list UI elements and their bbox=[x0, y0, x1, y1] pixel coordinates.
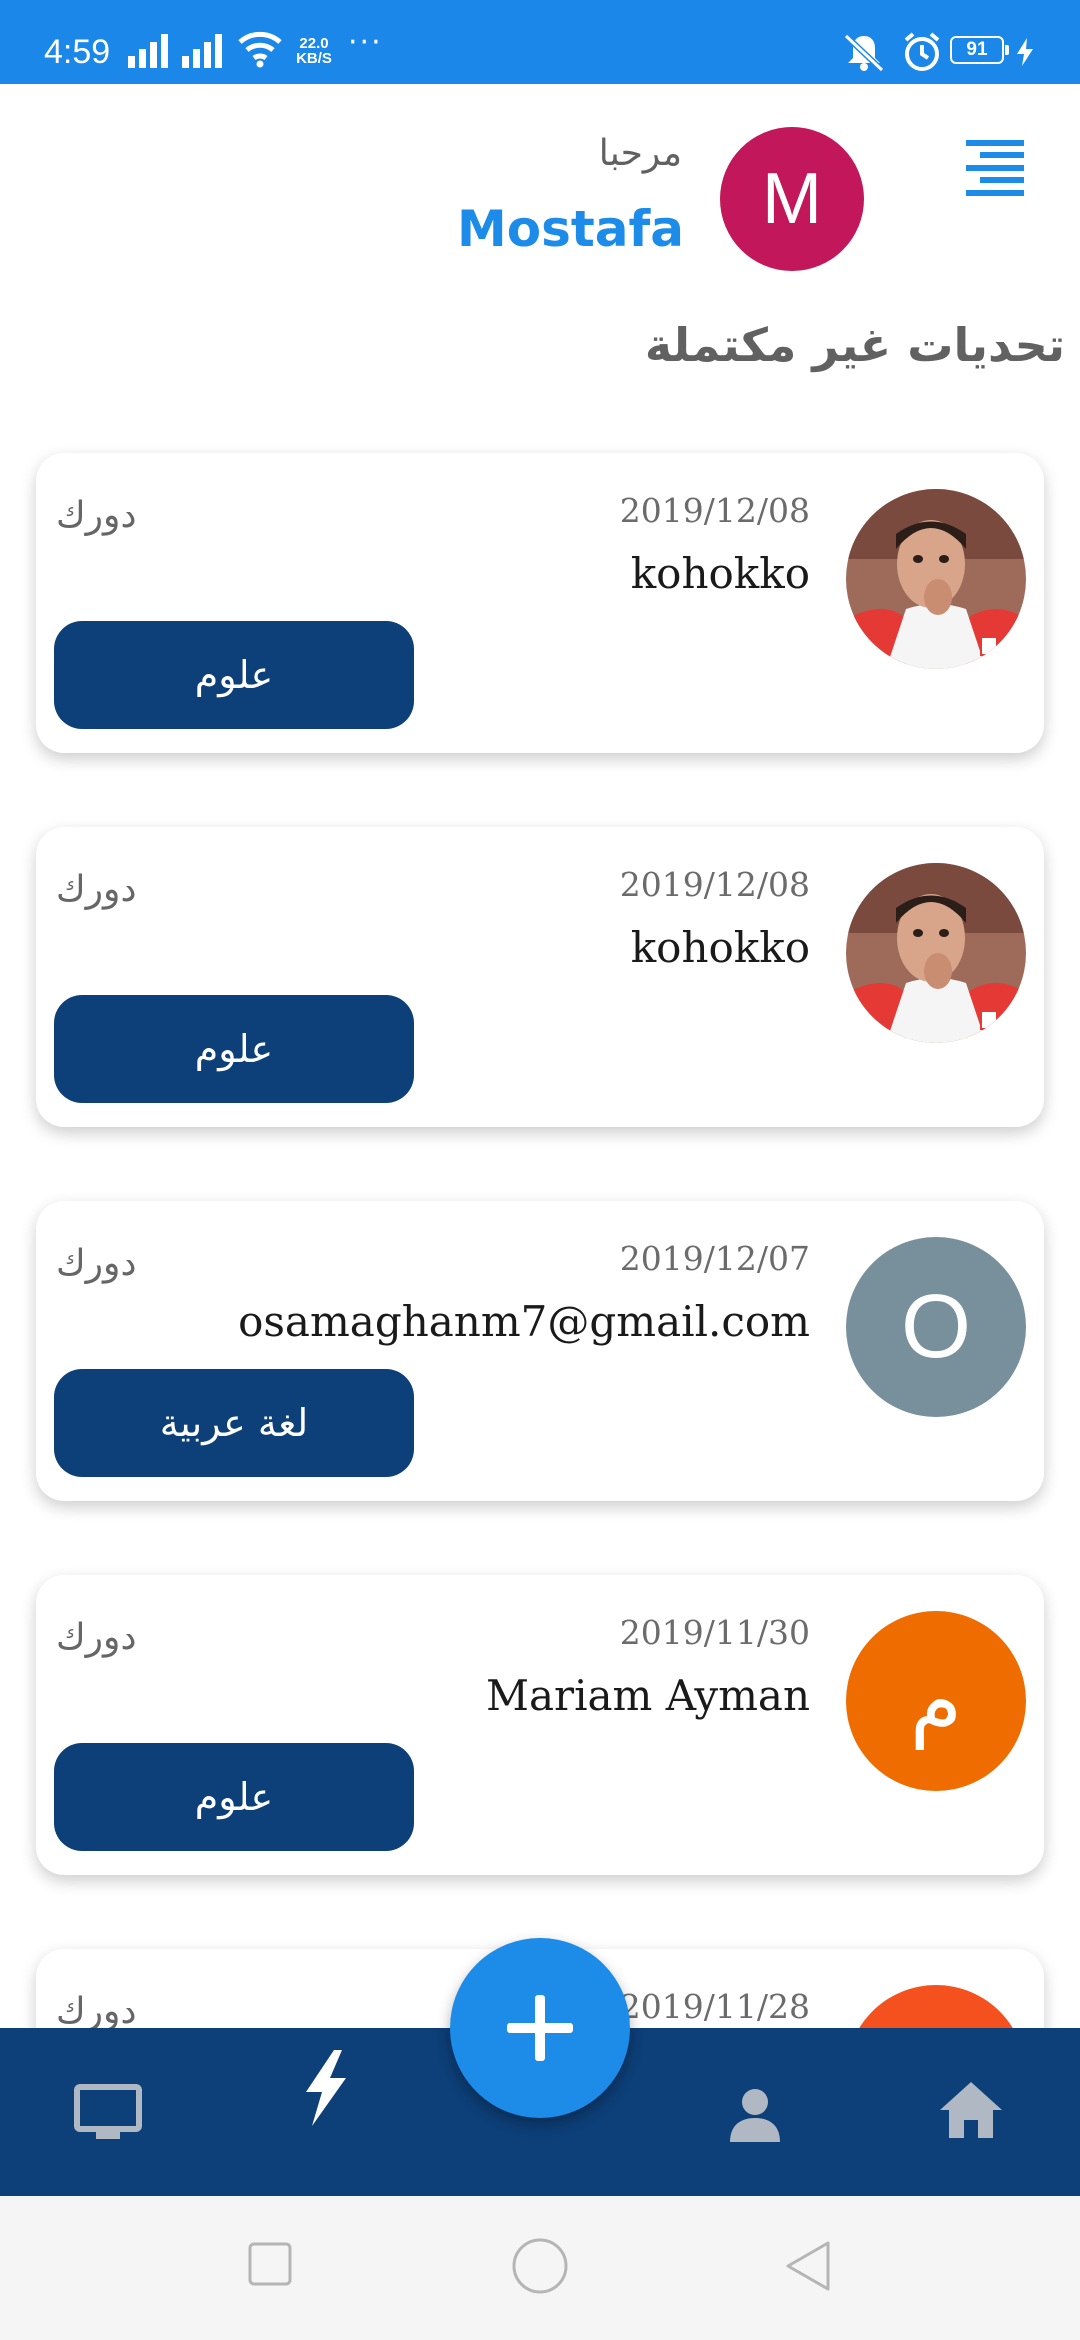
wifi-icon bbox=[238, 31, 282, 68]
opponent-name: osamaghanm7@gmail.com bbox=[238, 1297, 810, 1346]
challenge-date: 2019/11/28 bbox=[619, 1987, 810, 2026]
opponent-avatar: م bbox=[846, 1611, 1026, 1791]
challenge-card[interactable]: O 2019/12/07 osamaghanm7@gmail.com دورك … bbox=[36, 1201, 1044, 1501]
challenge-card[interactable]: 2019/12/08 kohokko دورك علوم bbox=[36, 453, 1044, 753]
greeting-text: مرحبا bbox=[598, 133, 682, 174]
user-avatar[interactable]: M bbox=[720, 127, 864, 271]
network-speed: 22.0 KB/S bbox=[292, 36, 336, 66]
turn-label: دورك bbox=[56, 1991, 137, 2032]
home-circle-icon[interactable] bbox=[512, 2238, 568, 2294]
opponent-avatar bbox=[846, 863, 1026, 1043]
challenge-card[interactable]: م 2019/11/30 Mariam Ayman دورك علوم bbox=[36, 1575, 1044, 1875]
challenge-date: 2019/11/30 bbox=[619, 1613, 810, 1652]
section-title: تحديات غير مكتملة bbox=[644, 318, 1065, 372]
player-photo-icon bbox=[846, 489, 1026, 669]
battery-indicator: 91 bbox=[950, 36, 1009, 64]
turn-label: دورك bbox=[56, 1243, 137, 1284]
status-time: 4:59 bbox=[44, 33, 111, 71]
menu-line bbox=[980, 177, 1024, 183]
speed-unit: KB/S bbox=[296, 50, 332, 67]
challenge-date: 2019/12/07 bbox=[619, 1239, 810, 1278]
turn-label: دورك bbox=[56, 869, 137, 910]
menu-line bbox=[966, 140, 1024, 146]
menu-line bbox=[966, 190, 1024, 196]
more-notifications-icon: ··· bbox=[348, 25, 383, 60]
add-challenge-button[interactable] bbox=[450, 1938, 630, 2118]
speed-value: 22.0 bbox=[299, 35, 329, 52]
tv-icon[interactable] bbox=[74, 2084, 142, 2142]
subject-button[interactable]: علوم bbox=[54, 1743, 414, 1851]
opponent-avatar: O bbox=[846, 1237, 1026, 1417]
charging-icon bbox=[1017, 38, 1033, 66]
challenge-card[interactable]: 2019/12/08 kohokko دورك علوم bbox=[36, 827, 1044, 1127]
signal-icon bbox=[128, 34, 168, 68]
menu-icon[interactable] bbox=[966, 140, 1024, 196]
home-icon[interactable] bbox=[940, 2082, 1002, 2138]
subject-button[interactable]: علوم bbox=[54, 621, 414, 729]
system-navigation-bar bbox=[0, 2196, 1080, 2340]
opponent-avatar bbox=[846, 489, 1026, 669]
player-photo-icon bbox=[846, 863, 1026, 1043]
back-icon[interactable] bbox=[784, 2240, 832, 2292]
turn-label: دورك bbox=[56, 1617, 137, 1658]
opponent-name: Mariam Ayman bbox=[485, 1671, 810, 1720]
lightning-icon[interactable] bbox=[300, 2050, 350, 2126]
recents-icon[interactable] bbox=[248, 2242, 292, 2286]
alarm-icon bbox=[904, 32, 940, 71]
menu-line bbox=[966, 165, 1024, 171]
person-icon[interactable] bbox=[728, 2088, 782, 2142]
status-bar: 4:59 22.0 KB/S ··· 91 bbox=[0, 0, 1080, 84]
menu-line bbox=[980, 152, 1024, 158]
opponent-name: kohokko bbox=[630, 923, 810, 972]
turn-label: دورك bbox=[56, 495, 137, 536]
challenge-date: 2019/12/08 bbox=[619, 491, 810, 530]
opponent-name: kohokko bbox=[630, 549, 810, 598]
challenge-date: 2019/12/08 bbox=[619, 865, 810, 904]
signal-icon-2 bbox=[182, 34, 222, 68]
subject-button[interactable]: علوم bbox=[54, 995, 414, 1103]
vibrate-mute-icon bbox=[843, 33, 885, 72]
user-name: Mostafa bbox=[456, 200, 684, 258]
subject-button[interactable]: لغة عربية bbox=[54, 1369, 414, 1477]
